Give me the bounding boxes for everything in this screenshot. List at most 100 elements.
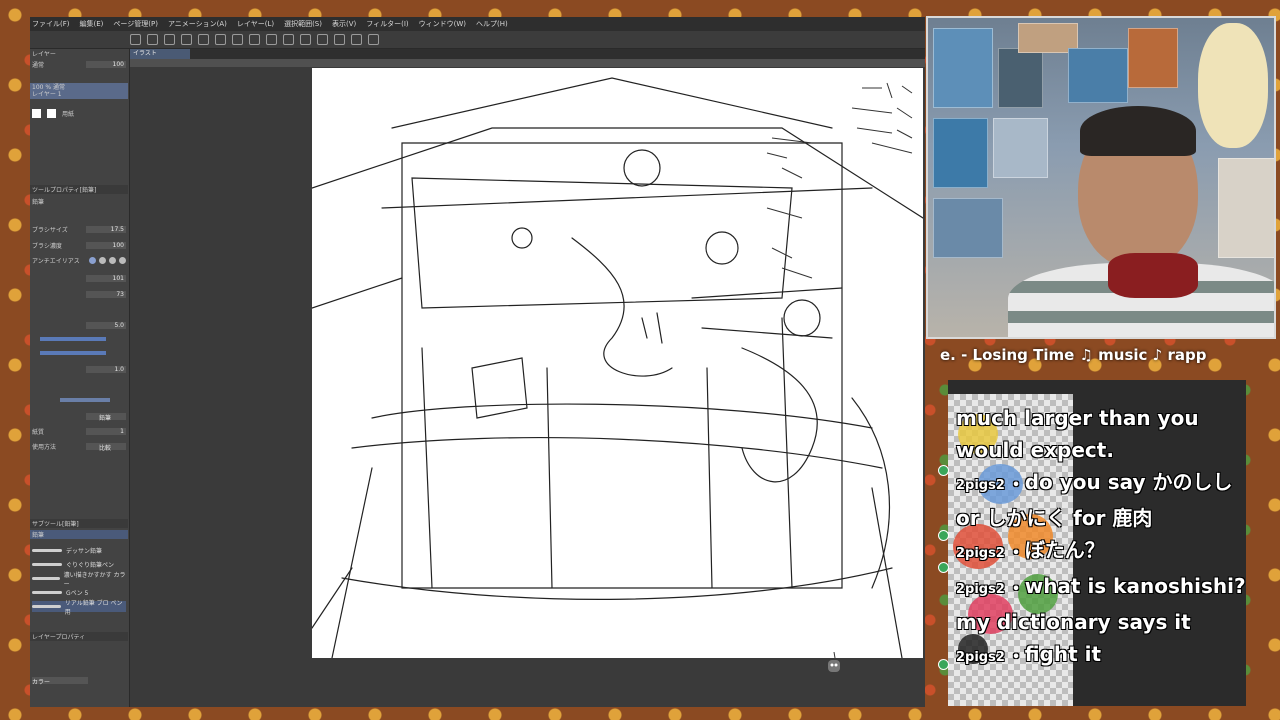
- streamer-hair: [1080, 106, 1196, 156]
- value-73[interactable]: 73: [86, 291, 126, 298]
- chat-messages: much larger than you would expect. 2pigs…: [956, 402, 1246, 702]
- chat-message-text: much larger than you would expect.: [956, 406, 1199, 462]
- layer-property-header: レイヤープロパティ: [30, 632, 128, 641]
- webcam-feed: [926, 16, 1276, 339]
- chat-username: 2pigs2: [956, 478, 1005, 493]
- brush-size-row: ブラシサイズ 17.5: [30, 225, 128, 234]
- value-row-10: 1.0: [30, 365, 128, 374]
- sub-tool-active-label: 鉛筆: [32, 532, 45, 539]
- brush-size-value[interactable]: 17.5: [86, 226, 126, 233]
- menu-page[interactable]: ページ管理(P): [113, 19, 158, 29]
- opacity-value[interactable]: 100: [86, 61, 126, 68]
- value-5-0[interactable]: 5.0: [86, 322, 126, 329]
- layer-1-name: レイヤー 1: [32, 91, 62, 98]
- left-panel: レイヤー 通常 100 100 % 通常 レイヤー 1 用紙 ツールプロパティ[…: [30, 49, 130, 707]
- menu-filter[interactable]: フィルター(I): [366, 19, 408, 29]
- deselect-icon[interactable]: [283, 34, 294, 45]
- chat-message-text: fight it: [1024, 642, 1102, 666]
- brush-size-label: ブラシサイズ: [32, 227, 68, 234]
- menu-animation[interactable]: アニメーション(A): [168, 19, 227, 29]
- chat-message-text: ぼたん？: [1024, 538, 1105, 562]
- blend-mode-select[interactable]: 通常: [32, 60, 44, 69]
- sub-tool-active-row[interactable]: 鉛筆: [30, 530, 128, 539]
- transform-icon[interactable]: [266, 34, 277, 45]
- value-row-101: 101: [30, 274, 128, 283]
- blend-mode-row: 通常 100: [30, 60, 128, 69]
- compare-select[interactable]: 比較: [86, 443, 126, 452]
- layer-color-row: カラー: [30, 676, 128, 686]
- layer-color-select[interactable]: カラー: [32, 677, 88, 686]
- anti-alias-options[interactable]: [89, 257, 126, 264]
- undo-icon[interactable]: [181, 34, 192, 45]
- brush-item[interactable]: デッサン鉛筆: [32, 545, 126, 556]
- color-bar-1[interactable]: [40, 337, 106, 341]
- pencil-preset[interactable]: 鉛筆: [86, 413, 126, 422]
- ruler: [130, 59, 925, 67]
- tool-property-header: ツールプロパティ[鉛筆]: [30, 185, 128, 194]
- layer-1-mode: 100 % 通常: [32, 84, 65, 91]
- now-playing-ticker: e. - Losing Time ♫ music ♪ rapp: [940, 346, 1207, 364]
- user-badge-icon: [938, 465, 949, 476]
- brush-item[interactable]: Gペン 5: [32, 587, 126, 598]
- usage-label: 使用方法: [32, 444, 57, 451]
- value-101[interactable]: 101: [86, 275, 126, 282]
- brush-density-value[interactable]: 100: [86, 242, 126, 249]
- menu-view[interactable]: 表示(V): [332, 19, 356, 29]
- help-icon[interactable]: [368, 34, 379, 45]
- usage-row: 使用方法 比較: [30, 442, 128, 452]
- save-icon[interactable]: [164, 34, 175, 45]
- command-bar: [30, 31, 925, 49]
- brush-density-row: ブラシ濃度 100: [30, 241, 128, 250]
- color-bar-2[interactable]: [40, 351, 106, 355]
- brush-item[interactable]: リアル鉛筆 ブロ ペン用: [32, 600, 126, 616]
- menu-window[interactable]: ウィンドウ(W): [419, 19, 466, 29]
- value-row-73: 73: [30, 290, 128, 299]
- paper-thumbnail-2: [47, 108, 56, 118]
- redo-icon[interactable]: [198, 34, 209, 45]
- sub-tool-name: 鉛筆: [32, 199, 45, 206]
- menu-layer[interactable]: レイヤー(L): [237, 19, 274, 29]
- fill-icon[interactable]: [249, 34, 260, 45]
- layer-header-row: レイヤー: [30, 49, 128, 58]
- value-1-0[interactable]: 1.0: [86, 366, 126, 373]
- plush-toy: [1198, 23, 1268, 148]
- value-row-50: 5.0: [30, 321, 128, 330]
- layer-item-paper[interactable]: 用紙: [30, 106, 128, 120]
- brush-item[interactable]: 濃い描きかすかす カラー: [32, 572, 126, 588]
- layer-property-title: レイヤープロパティ: [32, 634, 86, 641]
- paper-layer-name: 用紙: [62, 110, 75, 118]
- paper-texture-label: 紙質: [32, 429, 45, 436]
- menu-file[interactable]: ファイル(F): [32, 19, 70, 29]
- value-1[interactable]: 1: [86, 428, 126, 435]
- document-tab[interactable]: イラスト: [130, 49, 190, 59]
- clear-icon[interactable]: [232, 34, 243, 45]
- menu-help[interactable]: ヘルプ(H): [476, 19, 508, 29]
- new-file-icon[interactable]: [130, 34, 141, 45]
- open-file-icon[interactable]: [147, 34, 158, 45]
- chat-message: much larger than you would expect.: [956, 402, 1246, 466]
- tool-property-title: ツールプロパティ[鉛筆]: [32, 187, 97, 194]
- anti-alias-row: アンチエイリアス: [30, 256, 128, 265]
- playback-controls[interactable]: [60, 398, 110, 402]
- menu-edit[interactable]: 編集(E): [80, 19, 104, 29]
- crop-icon[interactable]: [300, 34, 311, 45]
- chat-username: 2pigs2: [956, 546, 1005, 561]
- invert-selection-icon[interactable]: [317, 34, 328, 45]
- menu-bar: ファイル(F) 編集(E) ページ管理(P) アニメーション(A) レイヤー(L…: [30, 17, 925, 31]
- chat-message: 2pigs2 • what is kanoshishi? my dictiona…: [956, 574, 1246, 634]
- cat-cursor-icon: [828, 652, 840, 672]
- pen-icon[interactable]: [334, 34, 345, 45]
- canvas-paper[interactable]: [311, 68, 924, 659]
- paper-thumbnail: [32, 108, 41, 118]
- chat-username: 2pigs2: [956, 650, 1005, 665]
- value-row-1: 紙質 1: [30, 427, 128, 436]
- sub-tool-title: サブツール[鉛筆]: [32, 521, 79, 528]
- brush-density-label: ブラシ濃度: [32, 243, 62, 250]
- ruler-icon[interactable]: [351, 34, 362, 45]
- menu-selection[interactable]: 選択範囲(S): [284, 19, 322, 29]
- loading-icon[interactable]: [215, 34, 226, 45]
- layer-item-1[interactable]: 100 % 通常 レイヤー 1: [30, 83, 128, 99]
- layer-panel-label: レイヤー: [32, 51, 56, 58]
- anti-alias-label: アンチエイリアス: [32, 258, 80, 265]
- brush-item[interactable]: ぐりぐり鉛筆ペン: [32, 559, 126, 570]
